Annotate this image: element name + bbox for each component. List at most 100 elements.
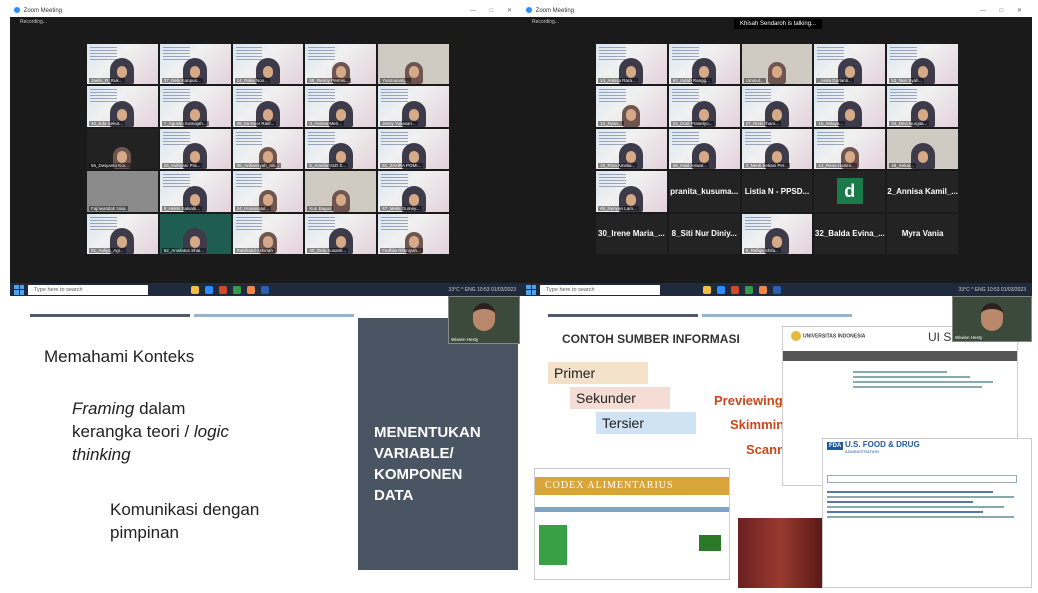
- codex-website-screenshot: CODEX ALIMENTARIUS: [534, 468, 730, 580]
- fda-subtitle: ADMINISTRATION: [845, 449, 879, 454]
- zoom-logo-icon: [526, 7, 532, 14]
- participant-tile[interactable]: 48_Sekar...: [887, 128, 958, 170]
- virtual-background: [671, 47, 699, 61]
- side-panel-text: MENENTUKAN VARIABLE/ KOMPONEN DATA: [374, 424, 481, 504]
- participant-tile[interactable]: 3_Nenti Setiani Per...: [741, 128, 813, 170]
- participant-face: [844, 151, 855, 164]
- participant-face: [771, 66, 782, 79]
- participant-tile[interactable]: 3_Annisa Meri...: [305, 86, 377, 127]
- participant-tile[interactable]: 15_Wilaya...: [814, 86, 886, 127]
- participant-tile[interactable]: 5_Rafiqa Shifa...: [741, 213, 813, 254]
- virtual-background: [235, 47, 263, 61]
- participant-name-tile[interactable]: 8_Siti Nur Diniy...: [668, 213, 740, 254]
- participant-tile[interactable]: 53_Nuri Syah...: [887, 44, 958, 85]
- participant-tile[interactable]: 34_Devi Nurgita...: [887, 86, 958, 127]
- fda-search-input[interactable]: [827, 475, 1017, 483]
- participant-tile[interactable]: Yusmaniaty...: [378, 44, 449, 85]
- participant-tile[interactable]: 62_Anisfatus Shai...: [159, 213, 231, 254]
- participant-name: 40_Eda Sekut...: [89, 120, 126, 126]
- app-icon[interactable]: [191, 285, 199, 294]
- app-icon[interactable]: [773, 285, 781, 294]
- participant-tile[interactable]: Ummul...: [741, 44, 813, 85]
- participant-tile[interactable]: Fajriwatidah Nisa: [87, 171, 158, 212]
- participant-tile[interactable]: 51_Auliya_Agr...: [87, 213, 158, 254]
- app-icon[interactable]: [219, 285, 227, 294]
- windows-start-icon[interactable]: [14, 284, 24, 295]
- app-icon[interactable]: [745, 285, 753, 294]
- participant-tile[interactable]: 53_Indah Rangg...: [668, 44, 740, 85]
- participant-name: Kun Bagus: [307, 205, 334, 211]
- text-line: [827, 511, 983, 513]
- participant-avatar-tile[interactable]: d: [814, 171, 886, 212]
- participant-name: Yusmaniaty...: [380, 78, 411, 84]
- codex-image: [539, 525, 567, 565]
- participant-tile[interactable]: 14_Rena Hartini...: [814, 128, 886, 170]
- window-controls[interactable]: — □ ✕: [980, 6, 1028, 17]
- participant-tile[interactable]: 55_Dwiyanto Kor...: [87, 128, 158, 170]
- participant-tile[interactable]: 40_Dela Susanti...: [305, 213, 377, 254]
- app-icon[interactable]: [731, 285, 739, 294]
- app-icon[interactable]: [717, 285, 725, 294]
- participant-tile[interactable]: 8_Helmi Salsabi...: [159, 171, 231, 212]
- participant-tile[interactable]: 49_Hadi Anwar...: [668, 128, 740, 170]
- participant-tile[interactable]: 7_Agustin Kamajah...: [159, 86, 231, 127]
- participant-tile[interactable]: Fadhila Rifaniyah...: [378, 213, 449, 254]
- participant-tile[interactable]: 27_Rizki Ilham...: [741, 86, 813, 127]
- app-icon[interactable]: [703, 285, 711, 294]
- window-titlebar[interactable]: Zoom Meeting — □ ✕: [522, 6, 1032, 17]
- side-panel: MENENTUKAN VARIABLE/ KOMPONEN DATA: [358, 318, 518, 570]
- participant-tile[interactable]: 24_Husainatul...: [232, 171, 304, 212]
- virtual-background: [671, 131, 699, 146]
- participant-tile[interactable]: Kun Bagus: [305, 171, 377, 212]
- participant-name: 61_ZAHRA PGMI...: [380, 163, 424, 169]
- participant-tile[interactable]: 61_ZAHRA PGMI...: [378, 128, 449, 170]
- participant-name-tile[interactable]: Listia N - PPSD...: [741, 171, 813, 212]
- participant-name: 22_Dodi Prasetyo...: [670, 120, 715, 126]
- participant-tile[interactable]: 39_Ita Noor Ratif...: [232, 86, 304, 127]
- participant-tile[interactable]: 58_Renny Permis...: [305, 44, 377, 85]
- participant-name-tile[interactable]: pranita_kusuma...: [668, 171, 740, 212]
- window-controls[interactable]: — □ ✕: [470, 6, 518, 17]
- participant-name: 8_Helmi Salsabi...: [161, 205, 203, 211]
- participant-face: [408, 66, 419, 79]
- participant-face: [262, 108, 273, 121]
- participant-tile[interactable]: 37_Nely Kanpus...: [159, 44, 231, 85]
- participant-tile[interactable]: Jaelis_R_Ruk...: [87, 44, 158, 85]
- participant-face: [771, 236, 782, 248]
- participant-face: [408, 151, 419, 164]
- text-line: [827, 506, 1004, 508]
- windows-start-icon[interactable]: [526, 284, 536, 295]
- window-titlebar[interactable]: Zoom Meeting — □ ✕: [10, 6, 522, 17]
- zoom-logo-icon: [14, 7, 20, 14]
- app-icon[interactable]: [205, 285, 213, 294]
- taskbar-search-input[interactable]: Type here to search: [28, 284, 148, 295]
- app-icon[interactable]: [261, 285, 269, 294]
- taskbar-search-input[interactable]: Type here to search: [540, 284, 660, 295]
- participant-tile[interactable]: 14_Raka Noo...: [232, 44, 304, 85]
- participant-tile[interactable]: 40_Eda Sekut...: [87, 86, 158, 127]
- system-tray[interactable]: 33°C ^ ENG 10:53 01/03/2023: [959, 287, 1026, 293]
- app-icon[interactable]: [759, 285, 767, 294]
- app-icon[interactable]: [233, 285, 241, 294]
- system-tray[interactable]: 33°C ^ ENG 10:53 01/03/2023: [449, 287, 516, 293]
- participant-tile[interactable]: 12_Ryan...: [596, 86, 667, 127]
- participant-tile[interactable]: 14_Anissa Rara...: [596, 44, 667, 85]
- participant-tile[interactable]: 25_Indriyani Pra...: [159, 128, 231, 170]
- participant-tile[interactable]: _Anita Darlanti...: [814, 44, 886, 85]
- participant-tile[interactable]: Jessy Yuliasari...: [378, 86, 449, 127]
- participant-name-tile[interactable]: 30_Irene Maria_...: [596, 213, 667, 254]
- participant-tile[interactable]: 35_Ardiansyah_Siti...: [232, 128, 304, 170]
- participant-tile[interactable]: 19_Rina Amelia...: [596, 128, 667, 170]
- framing-line: Framing dalam: [72, 399, 186, 418]
- participant-name: _Anita Darlanti...: [816, 78, 854, 84]
- participant-name-tile[interactable]: 2_Annisa Kamil_...: [887, 171, 958, 212]
- app-icon[interactable]: [247, 285, 255, 294]
- primer-box: Primer: [548, 362, 648, 384]
- participant-name-tile[interactable]: 32_Balda Evina_...: [814, 213, 886, 254]
- participant-tile[interactable]: 6_Amelia GIZI S...: [305, 128, 377, 170]
- participant-tile[interactable]: Rabihatul Akhiriah: [232, 213, 304, 254]
- participant-name-tile[interactable]: Myra Vania: [887, 213, 958, 254]
- participant-tile[interactable]: 46_Nunyan Lam...: [596, 171, 667, 212]
- participant-tile[interactable]: 22_Dodi Prasetyo...: [668, 86, 740, 127]
- participant-tile[interactable]: 47_Meila Gumey...: [378, 171, 449, 212]
